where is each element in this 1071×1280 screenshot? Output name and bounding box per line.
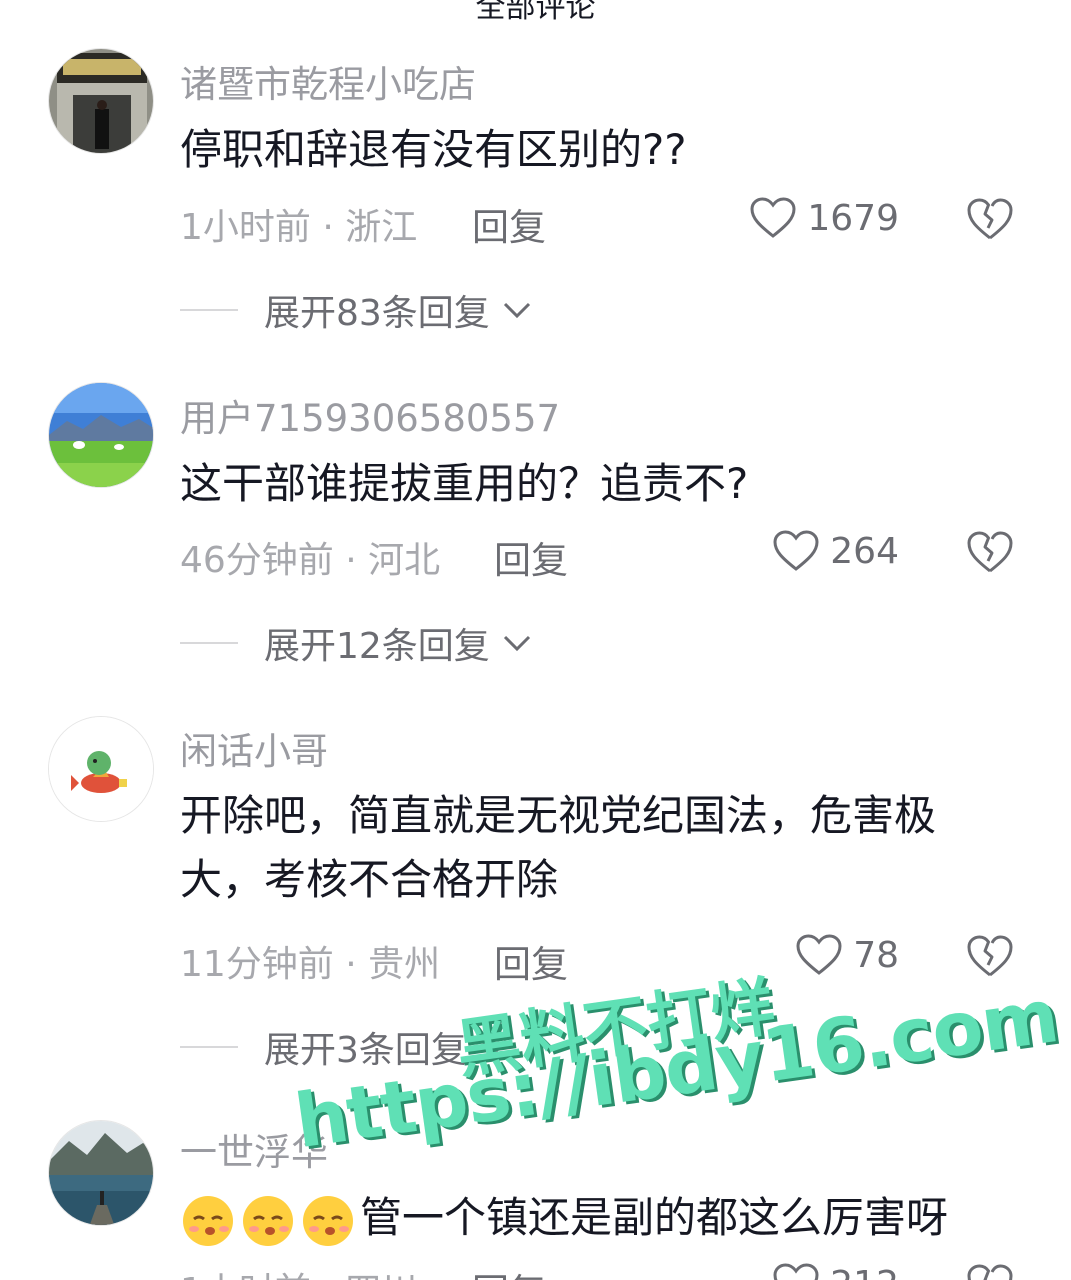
- heart-outline-icon: [773, 1263, 819, 1280]
- heart-outline-icon: [796, 934, 842, 975]
- divider-line: [180, 309, 238, 311]
- avatar[interactable]: [48, 382, 154, 488]
- avatar[interactable]: [48, 716, 154, 822]
- reply-button[interactable]: 回复: [494, 934, 568, 988]
- kiss-face-emoji: [243, 1195, 293, 1246]
- chevron-down-icon: [503, 302, 530, 319]
- like-count: 78: [853, 934, 899, 976]
- broken-heart-icon[interactable]: [966, 196, 1014, 242]
- heart-outline-icon: [750, 197, 796, 238]
- heart-outline-icon: [773, 530, 819, 571]
- page-title: 全部评论: [475, 0, 596, 25]
- emoji-group: [180, 1193, 356, 1249]
- kiss-face-emoji: [183, 1195, 233, 1246]
- like-button[interactable]: 264: [772, 529, 899, 573]
- broken-heart-icon[interactable]: [966, 529, 1014, 575]
- comment-text: 停职和辞退有没有区别的??: [180, 125, 687, 174]
- comment-text: 管一个镇还是副的都这么厉害呀: [180, 1186, 1010, 1250]
- like-button[interactable]: 1679: [749, 196, 899, 240]
- comment-meta: 46分钟前 · 河北: [180, 540, 441, 581]
- chevron-down-icon: [480, 1039, 507, 1056]
- comment-meta: 1小时前 · 浙江: [180, 207, 418, 248]
- expand-replies-label: 展开12条回复: [264, 626, 490, 667]
- username[interactable]: 一世浮华: [180, 1122, 328, 1176]
- comment-meta: 11分钟前 · 贵州: [180, 944, 441, 985]
- username[interactable]: 用户7159306580557: [180, 388, 560, 442]
- divider-line: [180, 642, 238, 644]
- comment-text: 开除吧，简直就是无视党纪国法，危害极大，考核不合格开除: [180, 791, 937, 904]
- broken-heart-icon[interactable]: [966, 1262, 1014, 1280]
- reply-button[interactable]: 回复: [472, 1262, 546, 1280]
- chevron-down-icon: [503, 635, 530, 652]
- expand-replies-label: 展开83条回复: [264, 293, 490, 334]
- avatar[interactable]: [48, 48, 154, 154]
- comment-text: 这干部谁提拔重用的？追责不?: [180, 459, 749, 508]
- comment-text-body: 管一个镇还是副的都这么厉害呀: [360, 1193, 949, 1242]
- like-button[interactable]: 212: [772, 1262, 899, 1280]
- expand-replies[interactable]: 展开83条回复: [180, 284, 534, 336]
- divider-line: [180, 1046, 238, 1048]
- reply-button[interactable]: 回复: [494, 530, 568, 584]
- like-count: 264: [830, 530, 899, 572]
- expand-replies[interactable]: 展开12条回复: [180, 617, 534, 669]
- broken-heart-icon[interactable]: [966, 933, 1014, 979]
- expand-replies[interactable]: 展开3条回复: [180, 1021, 511, 1073]
- like-button[interactable]: 78: [795, 933, 899, 977]
- username[interactable]: 诸暨市乾程小吃店: [180, 54, 476, 108]
- kiss-face-emoji: [303, 1195, 353, 1246]
- like-count: 1679: [807, 197, 899, 239]
- expand-replies-label: 展开3条回复: [264, 1030, 467, 1071]
- comment-meta: 1小时前 · 四川: [180, 1262, 417, 1280]
- username[interactable]: 闲话小哥: [180, 721, 328, 775]
- like-count: 212: [830, 1264, 899, 1280]
- reply-button[interactable]: 回复: [472, 197, 546, 251]
- avatar[interactable]: [48, 1120, 154, 1226]
